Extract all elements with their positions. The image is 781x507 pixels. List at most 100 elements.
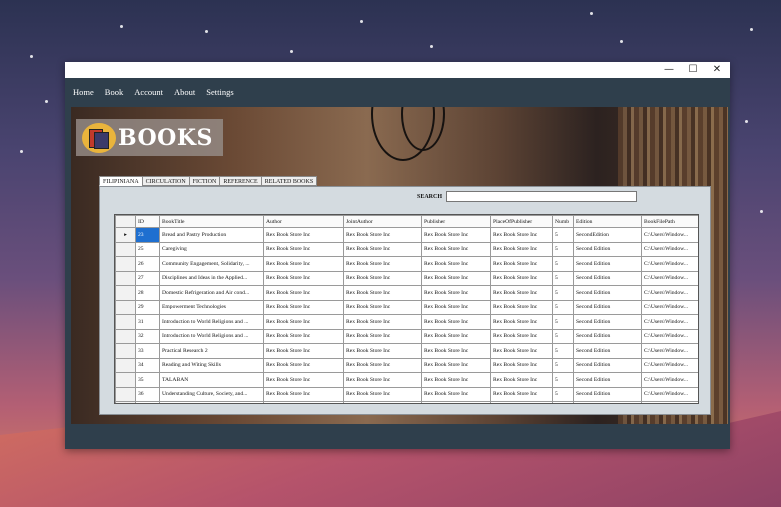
- table-cell[interactable]: Rex Book Store Inc: [263, 372, 344, 388]
- table-cell[interactable]: 5: [552, 328, 574, 344]
- table-row[interactable]: 25 Caregiving Rex Book Store Inc Rex Book S…: [115, 241, 698, 257]
- menu-home[interactable]: Home: [73, 87, 94, 97]
- table-cell[interactable]: Rex Book Store Inc: [343, 343, 422, 359]
- table-cell[interactable]: 5: [552, 270, 574, 286]
- table-cell[interactable]: Second Edition: [573, 241, 642, 257]
- table-row[interactable]: *: [115, 401, 698, 403]
- row-header-cell[interactable]: [115, 299, 136, 315]
- column-header[interactable]: ID: [135, 215, 160, 228]
- table-cell[interactable]: Introduction to World Religions and ...: [159, 314, 264, 330]
- table-cell[interactable]: 25: [135, 241, 160, 257]
- column-header[interactable]: Publisher: [421, 215, 491, 228]
- table-cell[interactable]: [641, 401, 698, 403]
- table-cell[interactable]: Rex Book Store Inc: [490, 227, 553, 243]
- table-cell[interactable]: Empowerment Technologies: [159, 299, 264, 315]
- table-cell[interactable]: [263, 401, 344, 403]
- table-cell[interactable]: C:\Users\Window...: [641, 372, 698, 388]
- table-cell[interactable]: [159, 401, 264, 403]
- table-cell[interactable]: C:\Users\Window...: [641, 386, 698, 402]
- table-cell[interactable]: C:\Users\Window...: [641, 357, 698, 373]
- table-cell[interactable]: 5: [552, 372, 574, 388]
- table-cell[interactable]: 33: [135, 343, 160, 359]
- table-cell[interactable]: Second Edition: [573, 314, 642, 330]
- row-header-cell[interactable]: [115, 357, 136, 373]
- table-cell[interactable]: Understanding Culture, Society, and...: [159, 386, 264, 402]
- table-cell[interactable]: Rex Book Store Inc: [263, 256, 344, 272]
- table-cell[interactable]: [135, 401, 160, 403]
- table-cell[interactable]: Rex Book Store Inc: [343, 372, 422, 388]
- table-cell[interactable]: 36: [135, 386, 160, 402]
- table-cell[interactable]: Rex Book Store Inc: [263, 314, 344, 330]
- table-cell[interactable]: Introduction to World Religions and ...: [159, 328, 264, 344]
- table-cell[interactable]: Rex Book Store Inc: [421, 314, 491, 330]
- table-cell[interactable]: Bread and Pastry Production: [159, 227, 264, 243]
- table-cell[interactable]: Community Engagement, Solidarity, ...: [159, 256, 264, 272]
- table-cell[interactable]: Rex Book Store Inc: [490, 285, 553, 301]
- column-header[interactable]: BookTitle: [159, 215, 264, 228]
- table-row[interactable]: 32 Introduction to World Religions and ..…: [115, 328, 698, 344]
- menu-settings[interactable]: Settings: [206, 87, 233, 97]
- column-header[interactable]: Author: [263, 215, 344, 228]
- table-cell[interactable]: 34: [135, 357, 160, 373]
- table-cell[interactable]: Rex Book Store Inc: [421, 357, 491, 373]
- column-header[interactable]: BookFilePath: [641, 215, 698, 228]
- table-cell[interactable]: Rex Book Store Inc: [421, 372, 491, 388]
- table-cell[interactable]: Rex Book Store Inc: [421, 270, 491, 286]
- table-row[interactable]: 34 Reading and Witing Skills Rex Book Stor…: [115, 357, 698, 373]
- table-cell[interactable]: C:\Users\Window...: [641, 227, 698, 243]
- table-row[interactable]: ▸ 23 Bread and Pastry Production Rex Book S…: [115, 227, 698, 243]
- table-cell[interactable]: Rex Book Store Inc: [421, 227, 491, 243]
- table-cell[interactable]: C:\Users\Window...: [641, 343, 698, 359]
- row-header-cell[interactable]: [115, 386, 136, 402]
- table-cell[interactable]: Rex Book Store Inc: [490, 299, 553, 315]
- table-cell[interactable]: Rex Book Store Inc: [490, 241, 553, 257]
- table-cell[interactable]: Rex Book Store Inc: [343, 256, 422, 272]
- table-row[interactable]: 31 Introduction to World Religions and ..…: [115, 314, 698, 330]
- table-cell[interactable]: Reading and Witing Skills: [159, 357, 264, 373]
- table-cell[interactable]: 5: [552, 343, 574, 359]
- table-cell[interactable]: Rex Book Store Inc: [263, 328, 344, 344]
- table-cell[interactable]: Rex Book Store Inc: [490, 256, 553, 272]
- table-cell[interactable]: Second Edition: [573, 357, 642, 373]
- table-cell[interactable]: Rex Book Store Inc: [490, 270, 553, 286]
- table-cell[interactable]: Rex Book Store Inc: [263, 386, 344, 402]
- table-cell[interactable]: Domestic Refrigeration and Air cond...: [159, 285, 264, 301]
- table-cell[interactable]: C:\Users\Window...: [641, 299, 698, 315]
- table-cell[interactable]: 5: [552, 299, 574, 315]
- table-cell[interactable]: Second Edition: [573, 270, 642, 286]
- table-cell[interactable]: Second Edition: [573, 386, 642, 402]
- row-header-cell[interactable]: ▸: [115, 227, 136, 243]
- table-cell[interactable]: Rex Book Store Inc: [263, 299, 344, 315]
- menu-about[interactable]: About: [174, 87, 195, 97]
- table-cell[interactable]: 29: [135, 299, 160, 315]
- table-row[interactable]: 27 Disciplines and Ideas in the Applied..…: [115, 270, 698, 286]
- table-cell[interactable]: Rex Book Store Inc: [490, 314, 553, 330]
- table-cell[interactable]: 35: [135, 372, 160, 388]
- table-cell[interactable]: [490, 401, 553, 403]
- table-cell[interactable]: C:\Users\Window...: [641, 328, 698, 344]
- table-cell[interactable]: C:\Users\Window...: [641, 285, 698, 301]
- table-cell[interactable]: Rex Book Store Inc: [343, 299, 422, 315]
- table-cell[interactable]: Rex Book Store Inc: [421, 241, 491, 257]
- table-cell[interactable]: Rex Book Store Inc: [343, 285, 422, 301]
- table-cell[interactable]: [552, 401, 574, 403]
- table-cell[interactable]: Rex Book Store Inc: [343, 241, 422, 257]
- row-header-cell[interactable]: [115, 328, 136, 344]
- table-cell[interactable]: 32: [135, 328, 160, 344]
- column-header[interactable]: JointAuthor: [343, 215, 422, 228]
- table-cell[interactable]: Rex Book Store Inc: [490, 386, 553, 402]
- table-cell[interactable]: [573, 401, 642, 403]
- tab-filipiniana[interactable]: FILIPINIANA: [99, 176, 143, 186]
- table-cell[interactable]: Second Edition: [573, 285, 642, 301]
- table-cell[interactable]: 5: [552, 241, 574, 257]
- table-cell[interactable]: 31: [135, 314, 160, 330]
- tab-circulation[interactable]: CIRCULATION: [141, 176, 190, 186]
- table-cell[interactable]: Rex Book Store Inc: [263, 285, 344, 301]
- table-cell[interactable]: Practical Research 2: [159, 343, 264, 359]
- table-row[interactable]: 33 Practical Research 2 Rex Book Store Inc…: [115, 343, 698, 359]
- table-cell[interactable]: Second Edition: [573, 299, 642, 315]
- table-cell[interactable]: Rex Book Store Inc: [263, 227, 344, 243]
- table-cell[interactable]: C:\Users\Window...: [641, 241, 698, 257]
- table-row[interactable]: 36 Understanding Culture, Society, and...…: [115, 386, 698, 402]
- table-cell[interactable]: Rex Book Store Inc: [421, 299, 491, 315]
